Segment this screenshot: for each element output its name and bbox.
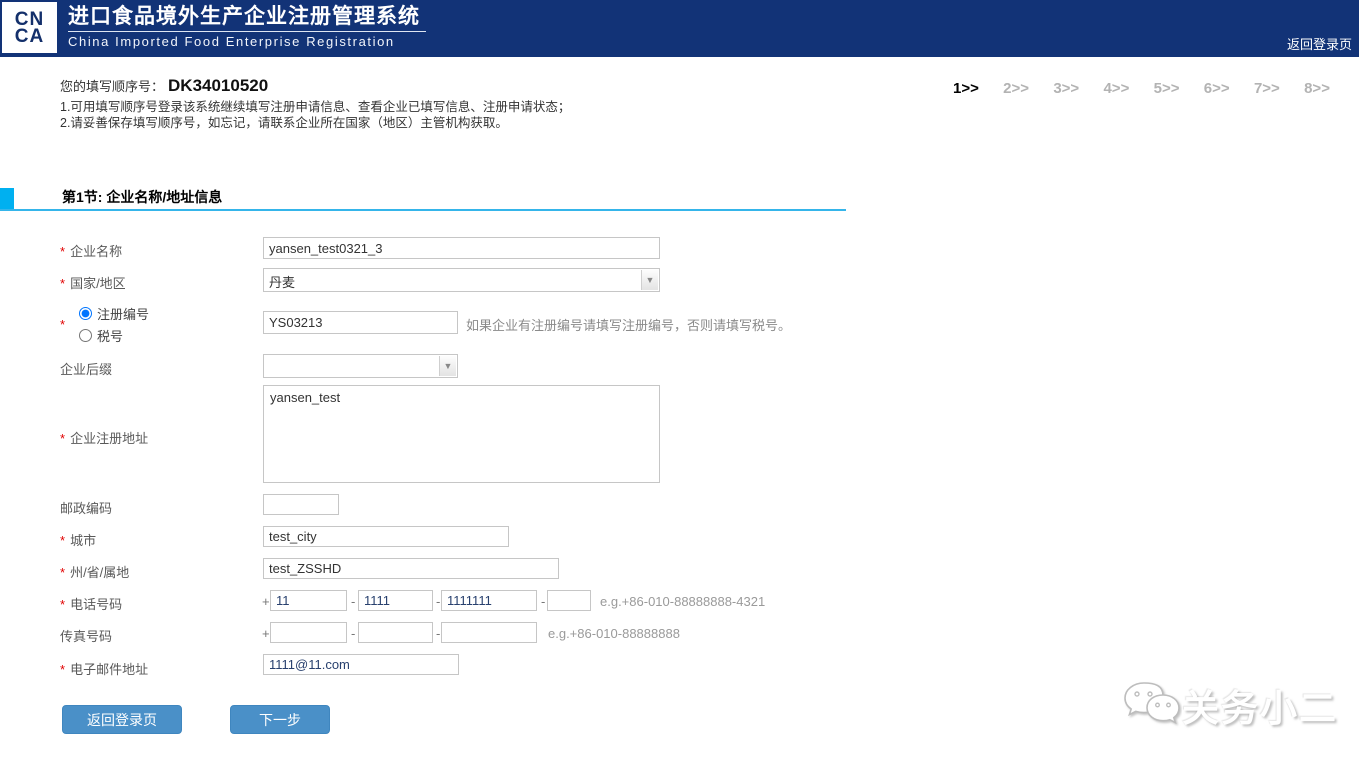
app-title-zh: 进口食品境外生产企业注册管理系统 [68, 3, 426, 30]
phone-label-text: 电话号码 [70, 597, 122, 612]
step-indicator-4[interactable]: 4>> [1103, 80, 1129, 97]
section-marker [0, 188, 14, 209]
step-indicator-7[interactable]: 7>> [1254, 80, 1280, 97]
cnca-logo: CN CA [2, 2, 57, 53]
company-name-label: * 企业名称 [60, 241, 122, 260]
phone-extension-input[interactable] [547, 590, 591, 611]
tax-number-radio[interactable] [79, 329, 92, 342]
required-marker: * [60, 431, 65, 446]
required-marker: * [60, 662, 65, 677]
reg-number-radio[interactable] [79, 307, 92, 320]
phone-dash: - [541, 594, 545, 609]
required-marker: * [60, 244, 65, 259]
company-name-input[interactable] [263, 237, 660, 259]
email-label-text: 电子邮件地址 [70, 662, 148, 677]
address-label-text: 企业注册地址 [70, 431, 148, 446]
fax-plus-sign: + [262, 626, 270, 641]
fax-number-input[interactable] [441, 622, 537, 643]
fax-example: e.g.+86-010-88888888 [548, 626, 680, 641]
step-indicator-1[interactable]: 1>> [953, 80, 979, 97]
section-title: 第1节: 企业名称/地址信息 [62, 187, 222, 207]
suffix-select[interactable]: ▼ [263, 354, 458, 378]
title-divider [68, 31, 426, 32]
reg-number-input[interactable] [263, 311, 458, 334]
header-bar: CN CA 进口食品境外生产企业注册管理系统 China Imported Fo… [0, 0, 1359, 57]
cnca-logo-line1: CN [15, 11, 44, 28]
step-indicator-bar: 1>> 2>> 3>> 4>> 5>> 6>> 7>> 8>> [953, 80, 1330, 97]
required-marker: * [60, 317, 65, 332]
address-textarea[interactable]: yansen_test [263, 385, 660, 483]
phone-dash: - [351, 594, 355, 609]
section-underline [0, 209, 846, 211]
phone-example: e.g.+86-010-88888888-4321 [600, 594, 765, 609]
postal-input[interactable] [263, 494, 339, 515]
instruction-note-2: 2.请妥善保存填写顺序号，如忘记，请联系企业所在国家（地区）主管机构获取。 [60, 112, 508, 131]
country-select-value: 丹麦 [269, 272, 295, 291]
step-indicator-6[interactable]: 6>> [1204, 80, 1230, 97]
step-indicator-2[interactable]: 2>> [1003, 80, 1029, 97]
header-back-to-login-link[interactable]: 返回登录页 [1287, 34, 1352, 53]
fax-country-code-input[interactable] [270, 622, 347, 643]
email-label: * 电子邮件地址 [60, 659, 148, 678]
watermark: 关务小二 [1122, 678, 1338, 732]
state-label-text: 州/省/属地 [70, 565, 129, 580]
required-marker: * [60, 597, 65, 612]
country-label: * 国家/地区 [60, 273, 126, 292]
page-root: CN CA 进口食品境外生产企业注册管理系统 China Imported Fo… [0, 0, 1359, 759]
next-step-button[interactable]: 下一步 [230, 705, 330, 734]
postal-label: 邮政编码 [60, 498, 112, 517]
country-label-text: 国家/地区 [70, 276, 126, 291]
fax-area-code-input[interactable] [358, 622, 433, 643]
required-marker: * [60, 533, 65, 548]
phone-dash: - [436, 594, 440, 609]
state-label: * 州/省/属地 [60, 562, 129, 581]
required-marker: * [60, 276, 65, 291]
reg-number-radio-label: 注册编号 [97, 304, 149, 323]
order-number-line: 您的填写顺序号： DK34010520 [60, 76, 268, 96]
city-input[interactable] [263, 526, 509, 547]
phone-plus-sign: + [262, 594, 270, 609]
fax-dash: - [351, 626, 355, 641]
phone-number-input[interactable] [441, 590, 537, 611]
app-title-en: China Imported Food Enterprise Registrat… [68, 34, 426, 49]
country-select[interactable]: 丹麦 ▼ [263, 268, 660, 292]
state-input[interactable] [263, 558, 559, 579]
tax-number-radio-label: 税号 [97, 326, 123, 345]
company-name-label-text: 企业名称 [70, 244, 122, 259]
email-input[interactable] [263, 654, 459, 675]
phone-area-code-input[interactable] [358, 590, 433, 611]
tax-number-radio-row[interactable]: 税号 [79, 326, 123, 345]
order-number-value: DK34010520 [168, 76, 268, 95]
city-label: * 城市 [60, 530, 96, 549]
header-titles: 进口食品境外生产企业注册管理系统 China Imported Food Ent… [68, 3, 426, 49]
chevron-down-icon[interactable]: ▼ [641, 270, 658, 290]
reg-number-hint: 如果企业有注册编号请填写注册编号，否则请填写税号。 [466, 315, 791, 334]
order-number-label: 您的填写顺序号： [60, 79, 164, 94]
required-marker: * [60, 565, 65, 580]
suffix-label: 企业后缀 [60, 359, 112, 378]
watermark-text: 关务小二 [1182, 678, 1338, 732]
cnca-logo-line2: CA [15, 28, 44, 45]
fax-label: 传真号码 [60, 626, 112, 645]
step-indicator-8[interactable]: 8>> [1304, 80, 1330, 97]
fax-dash: - [436, 626, 440, 641]
reg-number-radio-row[interactable]: 注册编号 [79, 304, 149, 323]
regnum-required: * [60, 317, 70, 332]
back-to-login-button[interactable]: 返回登录页 [62, 705, 182, 734]
step-indicator-5[interactable]: 5>> [1154, 80, 1180, 97]
city-label-text: 城市 [70, 533, 96, 548]
chevron-down-icon[interactable]: ▼ [439, 356, 456, 376]
phone-country-code-input[interactable] [270, 590, 347, 611]
step-indicator-3[interactable]: 3>> [1053, 80, 1079, 97]
address-label: * 企业注册地址 [60, 428, 148, 447]
wechat-icon [1122, 679, 1182, 731]
phone-label: * 电话号码 [60, 594, 122, 613]
